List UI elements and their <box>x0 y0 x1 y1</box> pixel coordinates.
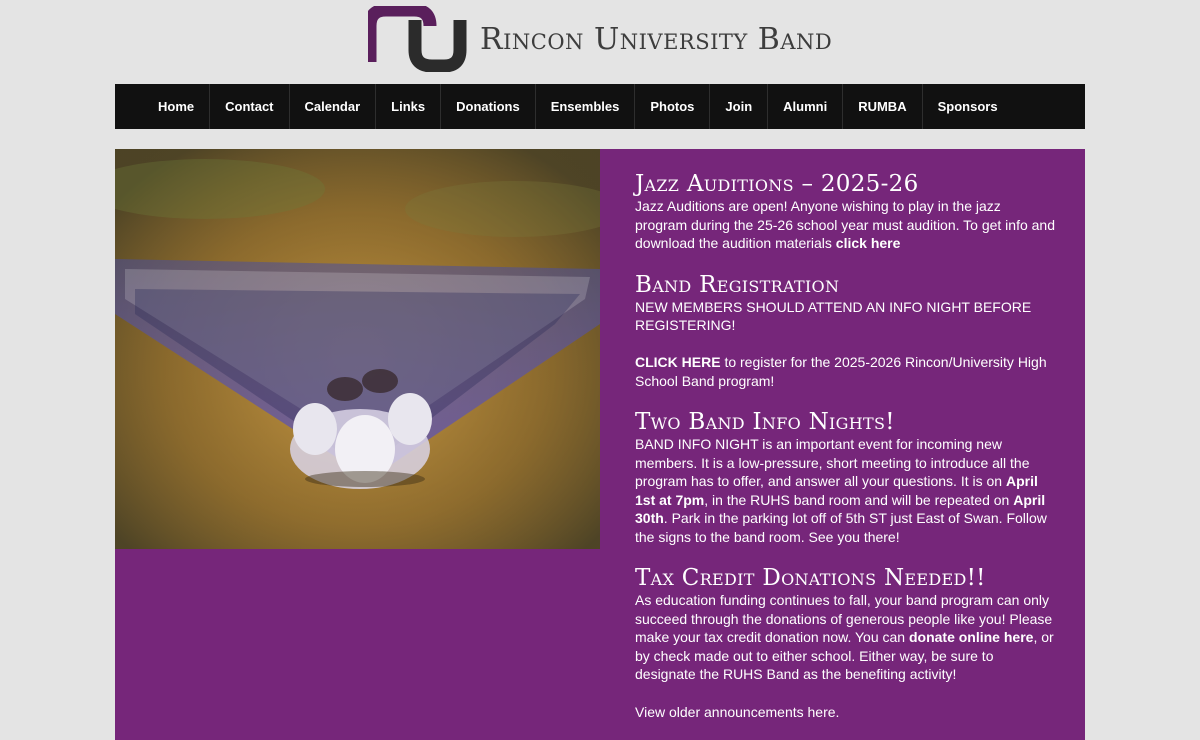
nav-item-home[interactable]: Home <box>143 84 211 129</box>
nav-item-links[interactable]: Links <box>376 84 442 129</box>
hero-image <box>115 149 600 549</box>
jazz-click-here-link[interactable]: click here <box>836 235 901 251</box>
announcements: Jazz Auditions – 2025-26 Jazz Auditions … <box>635 171 1055 721</box>
registration-click-here-link[interactable]: CLICK HERE <box>635 354 721 370</box>
nav-item-contact[interactable]: Contact <box>210 84 290 129</box>
announcement-title: Band Registration <box>635 271 840 298</box>
older-announcements-link[interactable]: View older announcements here. <box>635 703 1055 722</box>
info-text-1: BAND INFO NIGHT is an important event fo… <box>635 436 1030 489</box>
nav-item-donations[interactable]: Donations <box>441 84 536 129</box>
announcement-title: Jazz Auditions – 2025-26 <box>635 171 919 197</box>
announcement-jazz-auditions: Jazz Auditions – 2025-26 Jazz Auditions … <box>635 171 1055 253</box>
announcement-tax-credit: Tax Credit Donations Needed!! As educati… <box>635 565 1055 684</box>
site-title: Rincon University Band <box>480 22 833 57</box>
announcement-title: Two Band Info Nights! <box>635 409 895 435</box>
registration-notice: NEW MEMBERS SHOULD ATTEND AN INFO NIGHT … <box>635 298 1032 334</box>
announcement-info-nights: Two Band Info Nights! BAND INFO NIGHT is… <box>635 409 1055 546</box>
nav-item-join[interactable]: Join <box>710 84 769 129</box>
main-nav: Home Contact Calendar Links Donations En… <box>115 84 1085 129</box>
announcement-text: As education funding continues to fall, … <box>635 591 1055 684</box>
main-content: Jazz Auditions – 2025-26 Jazz Auditions … <box>115 149 1085 740</box>
site-logo[interactable]: Rincon University Band <box>368 6 838 74</box>
ru-logo-icon <box>368 6 467 72</box>
info-text-2: , in the RUHS band room and will be repe… <box>704 491 1014 508</box>
announcement-title: Tax Credit Donations Needed!! <box>635 565 986 591</box>
nav-item-ensembles[interactable]: Ensembles <box>536 84 636 129</box>
nav-item-rumba[interactable]: RUMBA <box>843 84 923 129</box>
announcement-text: CLICK HERE to register for the 2025-2026… <box>635 353 1055 390</box>
nav-item-photos[interactable]: Photos <box>635 84 711 129</box>
donate-online-link[interactable]: donate online here <box>909 629 1033 645</box>
site-header: Rincon University Band <box>0 0 1200 84</box>
nav-item-sponsors[interactable]: Sponsors <box>923 84 1013 129</box>
nav-item-alumni[interactable]: Alumni <box>768 84 844 129</box>
announcement-band-registration: Band Registration NEW MEMBERS SHOULD ATT… <box>635 272 1055 391</box>
nav-item-calendar[interactable]: Calendar <box>290 84 377 129</box>
info-text-3: . Park in the parking lot off of 5th ST … <box>635 510 1047 545</box>
marching-band-photo-icon <box>115 149 600 549</box>
announcement-text: Jazz Auditions are open! Anyone wishing … <box>635 197 1055 253</box>
nav-list: Home Contact Calendar Links Donations En… <box>143 84 1013 129</box>
announcement-text: BAND INFO NIGHT is an important event fo… <box>635 435 1055 546</box>
